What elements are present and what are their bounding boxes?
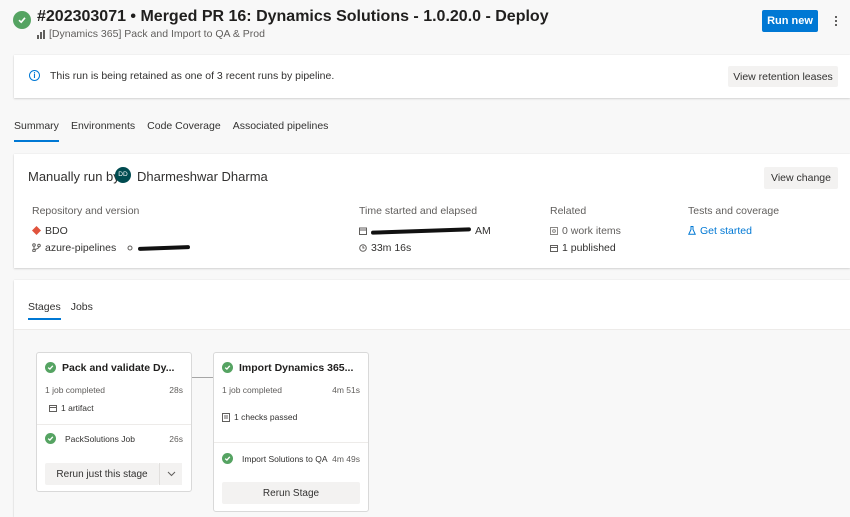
- get-started-row[interactable]: Get started: [688, 222, 779, 239]
- rerun-stage-button[interactable]: Rerun Stage: [222, 482, 360, 504]
- work-item-icon: [550, 226, 558, 235]
- start-time-row: AM: [359, 222, 491, 239]
- repository-name[interactable]: BDO: [45, 225, 68, 237]
- related-column: Related 0 work items 1 published: [550, 205, 621, 256]
- work-items-row: 0 work items: [550, 222, 621, 239]
- retention-message: This run is being retained as one of 3 r…: [50, 70, 335, 82]
- user-name: Dharmeshwar Dharma: [137, 169, 268, 184]
- tab-associated-pipelines[interactable]: Associated pipelines: [233, 118, 329, 142]
- related-label: Related: [550, 205, 587, 217]
- stages-canvas: Pack and validate Dy... 1 job completed …: [14, 330, 850, 517]
- stage-card-import-dynamics[interactable]: Import Dynamics 365... 1 job completed 4…: [213, 352, 369, 512]
- elapsed-row: 33m 16s: [359, 239, 491, 256]
- tab-code-coverage[interactable]: Code Coverage: [147, 118, 221, 142]
- branch-name[interactable]: azure-pipelines: [45, 242, 116, 254]
- stage-success-icon: [45, 362, 56, 373]
- get-started-link[interactable]: Get started: [700, 225, 752, 237]
- job-success-icon: [222, 453, 233, 464]
- divider: [37, 424, 191, 425]
- stage-success-icon: [222, 362, 233, 373]
- time-column: Time started and elapsed AM 33m 16s: [359, 205, 491, 256]
- repository-label: Repository and version: [32, 205, 140, 217]
- job-name[interactable]: Import Solutions to QA: [242, 454, 328, 464]
- tab-jobs[interactable]: Jobs: [71, 300, 93, 320]
- pipeline-icon: [37, 29, 45, 39]
- stage-name[interactable]: Pack and validate Dy...: [62, 362, 174, 374]
- run-tabs: Summary Environments Code Coverage Assoc…: [14, 118, 328, 142]
- published-count[interactable]: 1 published: [562, 242, 616, 254]
- artifact-icon: [550, 244, 558, 252]
- job-success-icon: [45, 433, 56, 444]
- success-check-icon: [13, 11, 31, 29]
- summary-card: Manually run by DD Dharmeshwar Dharma Vi…: [14, 154, 850, 268]
- work-items-count: 0 work items: [562, 224, 621, 237]
- stage-connector: [192, 377, 213, 378]
- tab-stages[interactable]: Stages: [28, 300, 61, 320]
- stage-jobs-completed: 1 job completed: [45, 385, 106, 395]
- tests-label: Tests and coverage: [688, 205, 780, 217]
- run-new-button[interactable]: Run new: [762, 10, 818, 32]
- start-time-suffix: AM: [475, 224, 491, 237]
- view-change-button[interactable]: View change: [764, 167, 838, 189]
- published-row[interactable]: 1 published: [550, 239, 621, 256]
- commit-icon: [127, 245, 133, 250]
- checks-row[interactable]: 1 checks passed: [222, 412, 297, 422]
- stage-duration: 4m 51s: [332, 385, 360, 395]
- stages-tabs: Stages Jobs: [28, 300, 93, 320]
- test-beaker-icon: [688, 226, 696, 235]
- checks-passed[interactable]: 1 checks passed: [234, 412, 297, 422]
- avatar[interactable]: DD: [115, 167, 131, 183]
- redacted-start-time: [370, 226, 472, 235]
- branch-row[interactable]: azure-pipelines: [32, 239, 191, 256]
- artifact-row[interactable]: 1 artifact: [49, 403, 94, 413]
- tests-column: Tests and coverage Get started: [688, 205, 779, 239]
- chevron-down-icon[interactable]: [159, 463, 182, 485]
- stage-jobs-completed: 1 job completed: [222, 385, 283, 395]
- stage-card-pack-validate[interactable]: Pack and validate Dy... 1 job completed …: [36, 352, 192, 492]
- stage-duration: 28s: [169, 385, 183, 395]
- repository-row[interactable]: BDO: [32, 222, 190, 239]
- view-retention-leases-button[interactable]: View retention leases: [728, 66, 838, 87]
- more-actions-icon[interactable]: [830, 12, 842, 30]
- git-repo-icon: [32, 226, 41, 235]
- time-label: Time started and elapsed: [359, 205, 478, 217]
- pipeline-name[interactable]: [Dynamics 365] Pack and Import to QA & P…: [49, 28, 265, 40]
- elapsed-time: 33m 16s: [371, 241, 412, 254]
- pipeline-subtitle[interactable]: [Dynamics 365] Pack and Import to QA & P…: [37, 28, 265, 40]
- job-name[interactable]: PackSolutions Job: [65, 434, 135, 444]
- run-header: #202303071 • Merged PR 16: Dynamics Solu…: [0, 0, 850, 48]
- tab-environments[interactable]: Environments: [71, 118, 135, 142]
- divider: [214, 442, 368, 443]
- rerun-stage-button[interactable]: Rerun just this stage: [45, 463, 159, 485]
- info-icon: i: [29, 70, 40, 81]
- job-duration: 4m 49s: [332, 454, 360, 464]
- repository-column: Repository and version BDO azure-pipelin…: [32, 205, 191, 256]
- artifact-icon: [49, 405, 57, 412]
- run-title: #202303071 • Merged PR 16: Dynamics Solu…: [37, 8, 549, 25]
- redacted-commit: [138, 244, 191, 251]
- stage-name[interactable]: Import Dynamics 365...: [239, 362, 353, 374]
- manual-run-label: Manually run by: [28, 169, 120, 184]
- retention-banner: i This run is being retained as one of 3…: [14, 55, 850, 98]
- job-duration: 26s: [169, 434, 183, 444]
- tab-summary[interactable]: Summary: [14, 118, 59, 142]
- stages-card: Stages Jobs Pack and validate Dy... 1 jo…: [14, 280, 850, 517]
- artifact-count[interactable]: 1 artifact: [61, 403, 94, 413]
- branch-icon: [32, 243, 41, 252]
- calendar-icon: [359, 227, 367, 235]
- checklist-icon: [222, 412, 230, 422]
- clock-icon: [359, 243, 367, 252]
